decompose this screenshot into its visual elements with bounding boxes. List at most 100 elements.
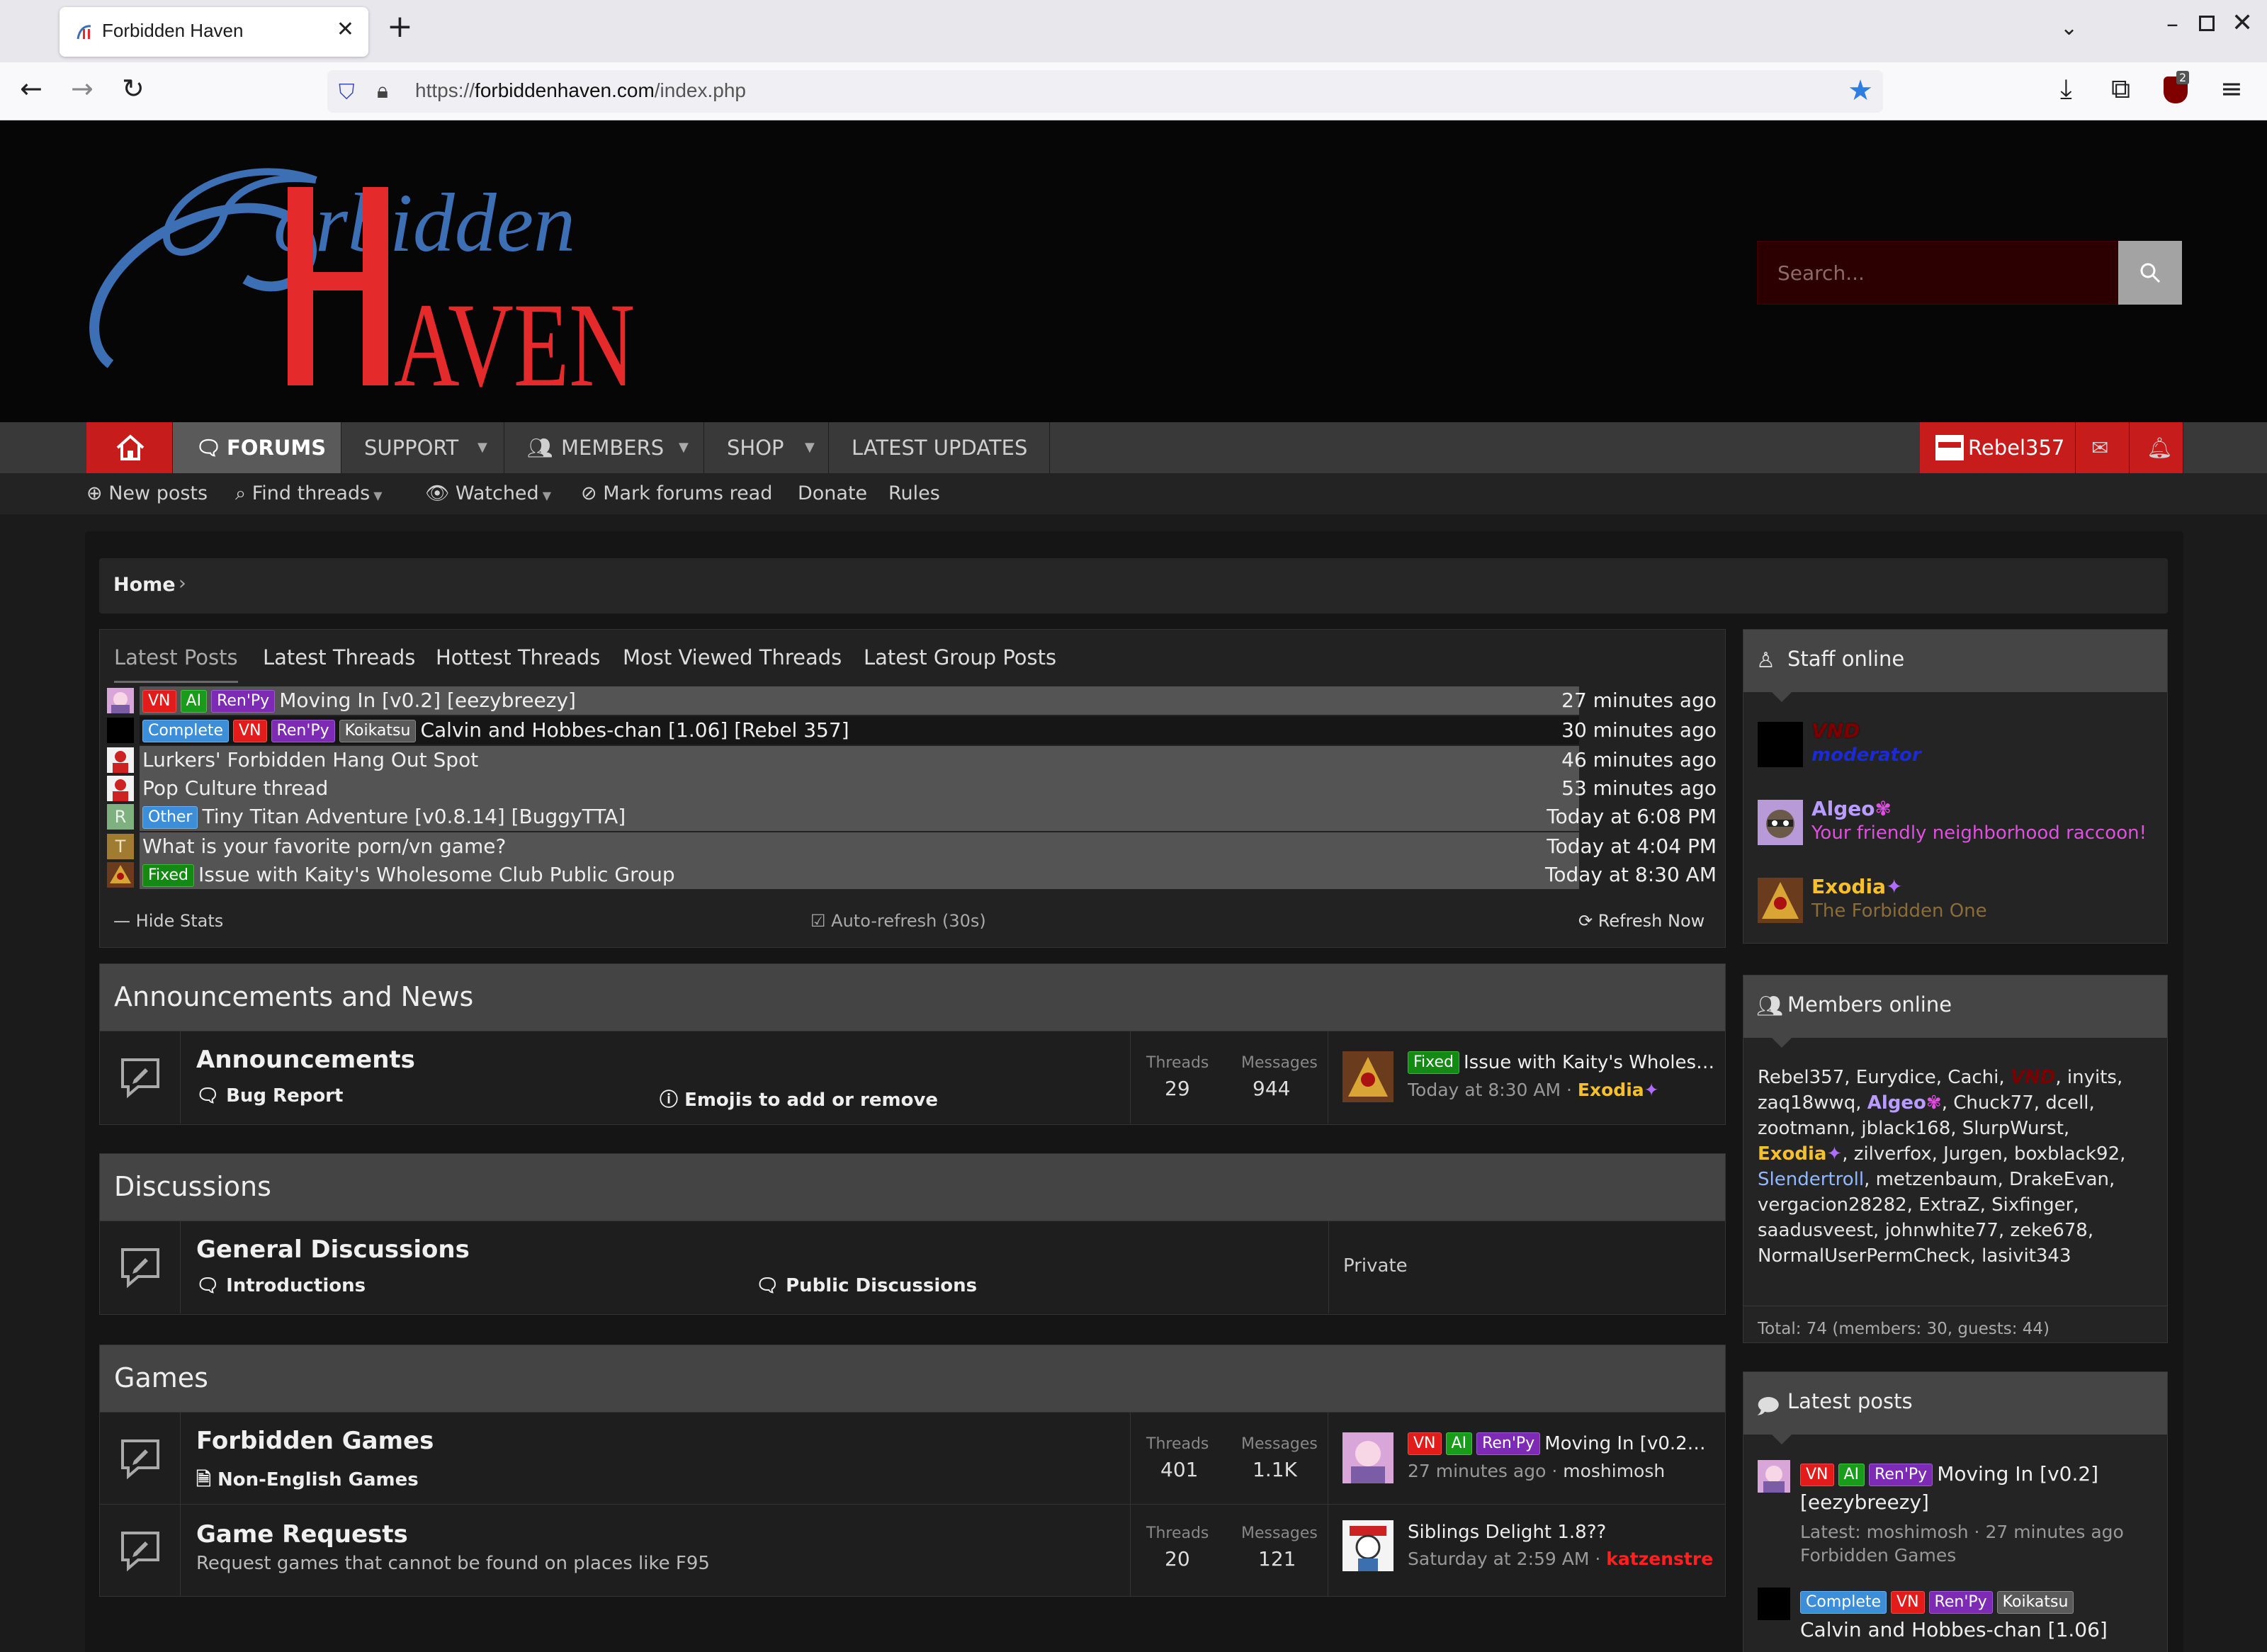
nav-tab-forums[interactable]: 🗨︎ FORUMS xyxy=(173,422,341,473)
last-post-user[interactable]: moshimosh xyxy=(1563,1461,1665,1481)
latest-post-item[interactable]: VN AI Ren'Py Moving In [v0.2] [eezybreezy] … xyxy=(1758,1460,2161,1573)
tab-close-icon[interactable]: ✕ xyxy=(337,17,354,42)
tab-latest-threads[interactable]: Latest Threads xyxy=(263,645,415,669)
row-title[interactable]: Pop Culture thread xyxy=(142,774,328,803)
nav-inbox-button[interactable]: ✉ xyxy=(2076,422,2130,473)
category-title[interactable]: Games xyxy=(114,1362,208,1393)
last-post-title[interactable]: Siblings Delight 1.8?? xyxy=(1408,1522,1717,1543)
row-title[interactable]: What is your favorite porn/vn game? xyxy=(142,832,506,861)
row-title[interactable]: VN AI Ren'Py Moving In [v0.2] [eezybreezy] xyxy=(142,686,576,715)
members-online-list[interactable]: Rebel357, Eurydice, Cachi, VND, inyits, … xyxy=(1758,1065,2161,1269)
row-title[interactable]: Fixed Issue with Kaity's Wholesome Club P… xyxy=(142,861,675,889)
latest-post-item[interactable]: Complete VN Ren'Py Koikatsu Calvin and Hobbe… xyxy=(1758,1588,2161,1652)
subforum-link[interactable]: 🗨︎ Public Discussions xyxy=(756,1275,977,1296)
tab-latest-posts[interactable]: Latest Posts xyxy=(114,645,238,683)
staff-member[interactable]: VND moderator xyxy=(1758,719,2154,769)
tab-list-chevron-icon[interactable]: ⌄ xyxy=(2060,16,2078,40)
staff-member[interactable]: Algeo✾ Your friendly neighborhood raccoo… xyxy=(1758,797,2154,847)
window-maximize-icon[interactable] xyxy=(2199,16,2215,31)
row-title[interactable]: Complete VN Ren'Py Koikatsu Calvin and Hobbe… xyxy=(142,716,849,745)
url-bar[interactable]: ⛉ 🔒︎ https://forbiddenhaven.com/index.ph… xyxy=(327,70,1883,113)
latest-post-title[interactable]: Complete VN Ren'Py Koikatsu Calvin and Hobbe… xyxy=(1800,1588,2154,1644)
subforum-link[interactable]: ⓘ Emojis to add or remove xyxy=(660,1085,938,1111)
table-row[interactable]: Lurkers' Forbidden Hang Out Spot 46 minu… xyxy=(103,746,1722,774)
lock-icon[interactable]: 🔒︎ xyxy=(377,79,388,103)
latest-post-forum[interactable]: Forbidden Games xyxy=(1800,1545,1956,1566)
avatar[interactable] xyxy=(1342,1051,1393,1102)
table-row[interactable]: R Other Tiny Titan Adventure [v0.8.14] [B… xyxy=(103,803,1722,831)
hamburger-menu-icon[interactable]: ≡ xyxy=(2220,75,2243,102)
forum-node-title[interactable]: Announcements xyxy=(196,1046,415,1074)
nav-user-account[interactable]: Rebel357 xyxy=(1920,422,2076,473)
avatar[interactable] xyxy=(1342,1520,1393,1571)
avatar[interactable] xyxy=(1758,722,1803,767)
avatar[interactable] xyxy=(1758,1588,1790,1620)
forum-node-title[interactable]: Game Requests xyxy=(196,1520,408,1549)
back-arrow-icon[interactable]: ← xyxy=(20,75,43,102)
extensions-icon[interactable]: ⧉ xyxy=(2111,75,2130,102)
last-post-title[interactable]: VN AI Ren'Py Moving In [v0.2… xyxy=(1408,1432,1717,1455)
new-tab-icon[interactable]: + xyxy=(387,11,413,43)
latest-post-title[interactable]: VN AI Ren'Py Moving In [v0.2] [eezybreezy] xyxy=(1800,1460,2154,1517)
subforum-link[interactable]: 🗨︎ Bug Report xyxy=(196,1085,343,1107)
forum-node-icon[interactable] xyxy=(100,1413,181,1505)
staff-member[interactable]: Exodia✦ The Forbidden One xyxy=(1758,875,2154,924)
tracking-shield-icon[interactable]: ⛉ xyxy=(339,80,355,105)
category-title[interactable]: Discussions xyxy=(114,1171,271,1202)
avatar[interactable] xyxy=(1342,1432,1393,1483)
staff-name[interactable]: Exodia✦ xyxy=(1811,875,1902,898)
member-names[interactable]: Rebel357, Eurydice, Cachi, xyxy=(1758,1067,2011,1088)
search-input[interactable] xyxy=(1758,242,2119,304)
forward-arrow-icon[interactable]: → xyxy=(71,75,94,102)
download-icon[interactable]: ⤓ xyxy=(2060,75,2072,102)
avatar[interactable] xyxy=(1758,878,1803,923)
subforum-link[interactable]: 🗎︎ Non-English Games xyxy=(196,1466,419,1498)
table-row[interactable]: Pop Culture thread 53 minutes ago xyxy=(103,774,1722,803)
row-title[interactable]: Other Tiny Titan Adventure [v0.8.14] [Bug… xyxy=(142,803,626,831)
window-minimize-icon[interactable]: – xyxy=(2166,10,2178,38)
avatar[interactable] xyxy=(1758,1460,1790,1493)
watched-link[interactable]: 👁︎ Watched ▼ xyxy=(425,473,551,516)
hide-stats-button[interactable]: — Hide Stats xyxy=(113,911,223,931)
subforum-link[interactable]: 🗨︎ Introductions xyxy=(196,1275,366,1296)
nav-tab-latest-updates[interactable]: LATEST UPDATES xyxy=(829,422,1050,473)
tab-most-viewed-threads[interactable]: Most Viewed Threads xyxy=(623,645,842,669)
nav-tab-support[interactable]: SUPPORT ▼ xyxy=(341,422,504,473)
member-names[interactable]: , zilverfox, Jurgen, boxblack92, xyxy=(1842,1143,2125,1165)
forum-node-title[interactable]: Forbidden Games xyxy=(196,1427,434,1455)
table-row[interactable]: Complete VN Ren'Py Koikatsu Calvin and Hobbe… xyxy=(103,716,1722,745)
table-row[interactable]: T What is your favorite porn/vn game? To… xyxy=(103,832,1722,861)
category-header[interactable]: Discussions xyxy=(100,1154,1725,1221)
nav-home-button[interactable] xyxy=(86,422,173,473)
nav-alerts-button[interactable]: 🔔︎ xyxy=(2130,422,2183,473)
row-title[interactable]: Lurkers' Forbidden Hang Out Spot xyxy=(142,746,478,774)
mark-forums-read-link[interactable]: ⊘ Mark forums read xyxy=(581,473,772,514)
category-header[interactable]: Games xyxy=(100,1345,1725,1412)
category-title[interactable]: Announcements and News xyxy=(114,981,473,1012)
member-name-exodia[interactable]: Exodia xyxy=(1758,1143,1826,1165)
nav-tab-shop[interactable]: SHOP ▼ xyxy=(704,422,829,473)
last-post-user[interactable]: katzenstre xyxy=(1606,1549,1713,1569)
member-name-slendertroll[interactable]: Slendertroll xyxy=(1758,1169,1864,1190)
staff-name[interactable]: VND xyxy=(1811,719,1860,742)
forum-node-title[interactable]: General Discussions xyxy=(196,1235,470,1264)
staff-name[interactable]: Algeo✾ xyxy=(1811,797,1892,820)
caret-down-icon[interactable]: ▼ xyxy=(477,422,487,473)
table-row[interactable]: VN AI Ren'Py Moving In [v0.2] [eezybreezy] … xyxy=(103,686,1722,715)
forum-node-icon[interactable] xyxy=(100,1505,181,1597)
last-post-user[interactable]: Exodia xyxy=(1578,1080,1644,1100)
bookmark-star-icon[interactable]: ★ xyxy=(1848,74,1873,107)
breadcrumb-home-link[interactable]: Home xyxy=(113,574,176,596)
nav-tab-members[interactable]: 👥︎ MEMBERS ▼ xyxy=(504,422,704,473)
member-name-vnd[interactable]: VND xyxy=(2011,1067,2055,1088)
tab-latest-group-posts[interactable]: Latest Group Posts xyxy=(864,645,1056,669)
caret-down-icon[interactable]: ▼ xyxy=(679,422,689,473)
forum-node-icon[interactable] xyxy=(100,1031,181,1124)
member-name-algeo[interactable]: Algeo xyxy=(1867,1092,1926,1114)
category-header[interactable]: Announcements and News xyxy=(100,964,1725,1031)
site-logo[interactable]: orbidden AVEN xyxy=(82,130,649,414)
url-text[interactable]: https://forbiddenhaven.com/index.php xyxy=(415,79,746,102)
browser-tab[interactable]: Forbidden Haven ✕ xyxy=(60,7,368,57)
last-post-title[interactable]: Fixed Issue with Kaity's Wholes… xyxy=(1408,1051,1717,1074)
forum-node-icon[interactable] xyxy=(100,1221,181,1313)
